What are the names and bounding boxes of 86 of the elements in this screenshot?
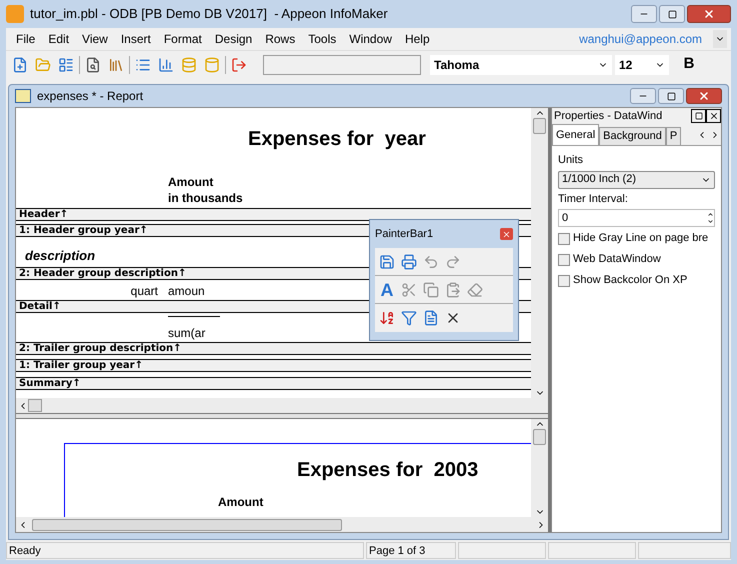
menu-item[interactable]: Window bbox=[343, 30, 398, 48]
status-text: Page 1 of 3 bbox=[366, 542, 456, 558]
user-link[interactable]: wanghui@appeon.com bbox=[579, 30, 702, 48]
exit-icon bbox=[231, 56, 247, 72]
database-icon bbox=[181, 56, 197, 72]
properties-tab[interactable]: Background bbox=[599, 127, 666, 145]
close-icon bbox=[708, 111, 718, 121]
maximize-button[interactable] bbox=[659, 5, 685, 23]
menu-caret-button[interactable] bbox=[713, 30, 727, 48]
checkbox[interactable] bbox=[558, 274, 570, 286]
column-heading: Amount bbox=[218, 494, 264, 511]
close-icon bbox=[703, 8, 715, 20]
checkbox[interactable] bbox=[558, 254, 570, 266]
band-bar: Header↑ bbox=[16, 208, 531, 221]
paste-icon bbox=[445, 282, 461, 298]
spinner-icon bbox=[707, 211, 714, 225]
timer-input[interactable]: 0 bbox=[558, 209, 715, 227]
menu-item[interactable]: File bbox=[10, 30, 42, 48]
properties-tab[interactable]: P bbox=[666, 127, 682, 145]
close-button[interactable] bbox=[686, 88, 722, 104]
field-label: Timer Interval: bbox=[558, 192, 629, 206]
font-dropdown[interactable]: Tahoma bbox=[430, 54, 612, 74]
menu-item[interactable]: Help bbox=[398, 30, 436, 48]
bold-button[interactable]: B bbox=[680, 53, 698, 76]
size-dropdown[interactable]: 12 bbox=[615, 54, 669, 74]
document-title: expenses * - Report bbox=[37, 88, 144, 105]
document-search-icon bbox=[85, 56, 101, 72]
sort-icon bbox=[379, 310, 395, 326]
report-title: Expenses for 2003 bbox=[297, 458, 478, 483]
checkbox-label: Web DataWindow bbox=[573, 252, 661, 268]
group-field: description bbox=[25, 246, 96, 265]
menu-item[interactable]: Design bbox=[208, 30, 258, 48]
column-field: quart bbox=[16, 282, 158, 300]
menu-item[interactable]: View bbox=[76, 30, 114, 48]
maximize-icon bbox=[668, 10, 676, 18]
checkbox-label: Hide Gray Line on page bre bbox=[573, 231, 708, 246]
font-color-button[interactable]: A bbox=[377, 280, 397, 300]
print-icon[interactable] bbox=[399, 252, 419, 272]
eraser-icon bbox=[467, 282, 483, 298]
close-button[interactable] bbox=[687, 5, 731, 23]
chart-icon bbox=[158, 56, 174, 72]
checkbox-label: Show Backcolor On XP bbox=[573, 273, 688, 288]
column-heading: Amount in thousands bbox=[168, 174, 243, 206]
combo-field[interactable] bbox=[263, 54, 421, 74]
maximize-icon bbox=[694, 112, 702, 120]
checkbox[interactable] bbox=[558, 232, 570, 244]
panel-title: Properties - DataWind bbox=[554, 108, 664, 124]
close-icon bbox=[502, 230, 511, 238]
report-title: Expenses for year bbox=[248, 127, 426, 152]
copy-icon bbox=[423, 282, 439, 298]
new-file-icon bbox=[12, 56, 28, 72]
folder-icon bbox=[35, 56, 51, 72]
redo-icon bbox=[445, 254, 461, 270]
field-label: Units bbox=[558, 153, 584, 168]
column-field: amoun bbox=[168, 282, 212, 300]
print-icon bbox=[401, 254, 417, 270]
layout-icon bbox=[58, 56, 74, 72]
filter-icon bbox=[401, 310, 417, 326]
restore-button[interactable] bbox=[691, 109, 706, 123]
status-text: Ready bbox=[6, 542, 364, 558]
list-icon bbox=[135, 56, 151, 72]
close-icon bbox=[698, 90, 710, 102]
copy-icon[interactable] bbox=[421, 280, 441, 300]
books-icon bbox=[108, 56, 124, 72]
menu-item[interactable]: Rows bbox=[259, 30, 302, 48]
save-icon bbox=[379, 254, 395, 270]
menu-item[interactable]: Format bbox=[158, 30, 208, 48]
menu-item[interactable]: Tools bbox=[302, 30, 342, 48]
close-button[interactable] bbox=[706, 109, 721, 123]
band-bar: 1: Trailer group year↑ bbox=[16, 359, 531, 372]
units-dropdown[interactable]: 1/1000 Inch (2) bbox=[558, 170, 715, 188]
maximize-button[interactable] bbox=[658, 88, 684, 104]
window-title: tutor_im.pbl - ODB [PB Demo DB V2017] - Appeon InfoMaker bbox=[30, 5, 389, 24]
band-bar: 2: Trailer group description↑ bbox=[16, 342, 531, 355]
computed-field: sum(ar bbox=[168, 324, 220, 342]
cut-icon bbox=[401, 282, 417, 298]
document-icon bbox=[15, 89, 31, 103]
document-icon bbox=[423, 310, 439, 326]
cylinder-icon bbox=[204, 56, 220, 72]
properties-tab[interactable]: General bbox=[552, 124, 600, 145]
undo-icon bbox=[423, 254, 439, 270]
maximize-icon bbox=[666, 92, 676, 100]
menu-item[interactable]: Insert bbox=[114, 30, 157, 48]
band-bar: Summary↑ bbox=[16, 377, 531, 390]
app-logo-icon bbox=[6, 5, 24, 23]
menu-item[interactable]: Edit bbox=[42, 30, 76, 48]
